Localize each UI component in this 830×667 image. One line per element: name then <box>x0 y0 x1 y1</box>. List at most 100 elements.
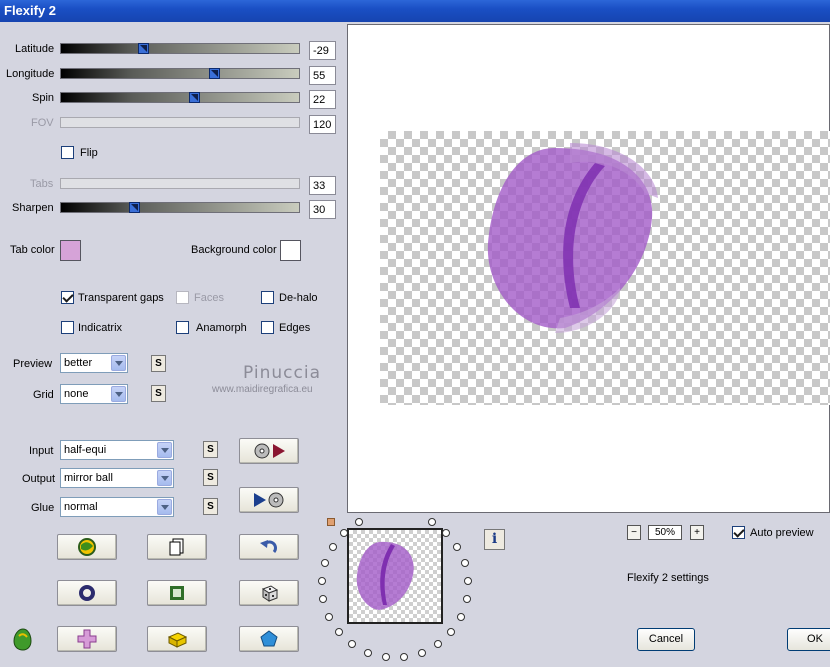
tab-color-swatch[interactable] <box>60 240 81 261</box>
info-button[interactable]: i <box>484 529 505 550</box>
navigator-dot[interactable] <box>381 653 390 662</box>
chevron-down-icon[interactable] <box>157 442 172 458</box>
edges-checkbox[interactable] <box>261 321 274 334</box>
navigator-handle[interactable] <box>327 518 335 526</box>
input-select[interactable]: half-equi <box>60 440 174 460</box>
spin-value[interactable]: 22 <box>309 90 336 109</box>
navigator-thumbnail[interactable] <box>347 528 443 624</box>
load-input-button[interactable] <box>239 438 299 464</box>
edges-label: Edges <box>279 322 311 334</box>
pentagon-button[interactable] <box>239 626 299 652</box>
preview-image <box>487 143 658 333</box>
watermark-url: www.maidiregrafica.eu <box>212 384 313 395</box>
zoom-out-button[interactable]: − <box>627 525 641 540</box>
flip-checkbox[interactable] <box>61 146 74 159</box>
cross-button[interactable] <box>57 626 117 652</box>
input-s-button[interactable]: S <box>203 441 218 458</box>
copy-button[interactable] <box>147 534 207 560</box>
grid-s-button[interactable]: S <box>151 385 166 402</box>
randomize-button[interactable] <box>57 534 117 560</box>
sharpen-slider[interactable] <box>60 202 300 213</box>
chevron-down-icon[interactable] <box>111 355 126 371</box>
navigator-dot[interactable] <box>354 517 363 526</box>
zoom-in-button[interactable]: + <box>690 525 704 540</box>
spin-thumb[interactable] <box>189 92 200 103</box>
input-select-value: half-equi <box>64 444 107 456</box>
tabs-label: Tabs <box>30 178 54 190</box>
navigator-dot[interactable] <box>325 612 334 621</box>
input-label: Input <box>29 445 54 457</box>
fov-slider <box>60 117 300 128</box>
longitude-slider[interactable] <box>60 68 300 79</box>
navigator-dot[interactable] <box>441 528 450 537</box>
window-title: Flexify 2 <box>0 0 830 22</box>
navigator-dot[interactable] <box>318 577 327 586</box>
glue-label: Glue <box>31 502 55 514</box>
output-s-button[interactable]: S <box>203 469 218 486</box>
navigator-dot[interactable] <box>319 595 328 604</box>
anamorph-checkbox[interactable] <box>176 321 189 334</box>
longitude-value[interactable]: 55 <box>309 66 336 85</box>
navigator-dot[interactable] <box>460 559 469 568</box>
longitude-thumb[interactable] <box>209 68 220 79</box>
grid-label: Grid <box>33 389 54 401</box>
output-select[interactable]: mirror ball <box>60 468 174 488</box>
navigator-dot[interactable] <box>340 528 349 537</box>
background-color-swatch[interactable] <box>280 240 301 261</box>
chevron-down-icon[interactable] <box>157 470 172 486</box>
play-cd-icon <box>254 492 284 508</box>
output-label: Output <box>22 473 56 485</box>
flip-label: Flip <box>80 147 98 159</box>
spin-label: Spin <box>32 92 55 104</box>
undo-icon <box>260 540 277 553</box>
grid-select[interactable]: none <box>60 384 128 404</box>
thumbnail-image <box>356 541 414 610</box>
frame-button[interactable] <box>147 580 207 606</box>
grid-select-value: none <box>64 388 89 400</box>
navigator-dot[interactable] <box>321 559 330 568</box>
chevron-down-icon[interactable] <box>111 386 126 402</box>
faces-label: Faces <box>194 292 224 304</box>
ring-button[interactable] <box>57 580 117 606</box>
latitude-thumb[interactable] <box>138 43 149 54</box>
navigator-dot[interactable] <box>427 517 436 526</box>
glue-s-button[interactable]: S <box>203 498 218 515</box>
transparent-gaps-checkbox[interactable] <box>61 291 74 304</box>
navigator-dot[interactable] <box>348 640 357 649</box>
navigator-dot[interactable] <box>400 653 409 662</box>
navigator-dot[interactable] <box>456 612 465 621</box>
de-halo-label: De-halo <box>279 292 318 304</box>
sharpen-label: Sharpen <box>12 202 54 214</box>
fov-label: FOV <box>31 117 54 129</box>
navigator-dot[interactable] <box>453 542 462 551</box>
navigator-dot[interactable] <box>417 648 426 657</box>
latitude-slider[interactable] <box>60 43 300 54</box>
random-dice-button[interactable] <box>239 580 299 606</box>
navigator-dot[interactable] <box>462 595 471 604</box>
navigator-dot[interactable] <box>446 627 455 636</box>
preview-label: Preview <box>13 358 53 370</box>
cancel-button[interactable]: Cancel <box>637 628 695 651</box>
sharpen-value[interactable]: 30 <box>309 200 336 219</box>
indicatrix-checkbox[interactable] <box>61 321 74 334</box>
glue-select[interactable]: normal <box>60 497 174 517</box>
sharpen-thumb[interactable] <box>129 202 140 213</box>
dice-icon <box>261 585 279 602</box>
preview-s-button[interactable]: S <box>151 355 166 372</box>
navigator-dot[interactable] <box>364 648 373 657</box>
auto-preview-checkbox[interactable] <box>732 526 745 539</box>
globe-icon <box>78 538 96 556</box>
block-button[interactable] <box>147 626 207 652</box>
spin-slider[interactable] <box>60 92 300 103</box>
navigator-dot[interactable] <box>335 627 344 636</box>
preview-select[interactable]: better <box>60 353 128 373</box>
undo-button[interactable] <box>239 534 299 560</box>
chevron-down-icon[interactable] <box>157 499 172 515</box>
de-halo-checkbox[interactable] <box>261 291 274 304</box>
navigator-dot[interactable] <box>433 640 442 649</box>
navigator-dot[interactable] <box>463 577 472 586</box>
save-output-button[interactable] <box>239 487 299 513</box>
navigator-dot[interactable] <box>328 542 337 551</box>
ok-button[interactable]: OK <box>787 628 830 651</box>
latitude-value[interactable]: -29 <box>309 41 336 60</box>
